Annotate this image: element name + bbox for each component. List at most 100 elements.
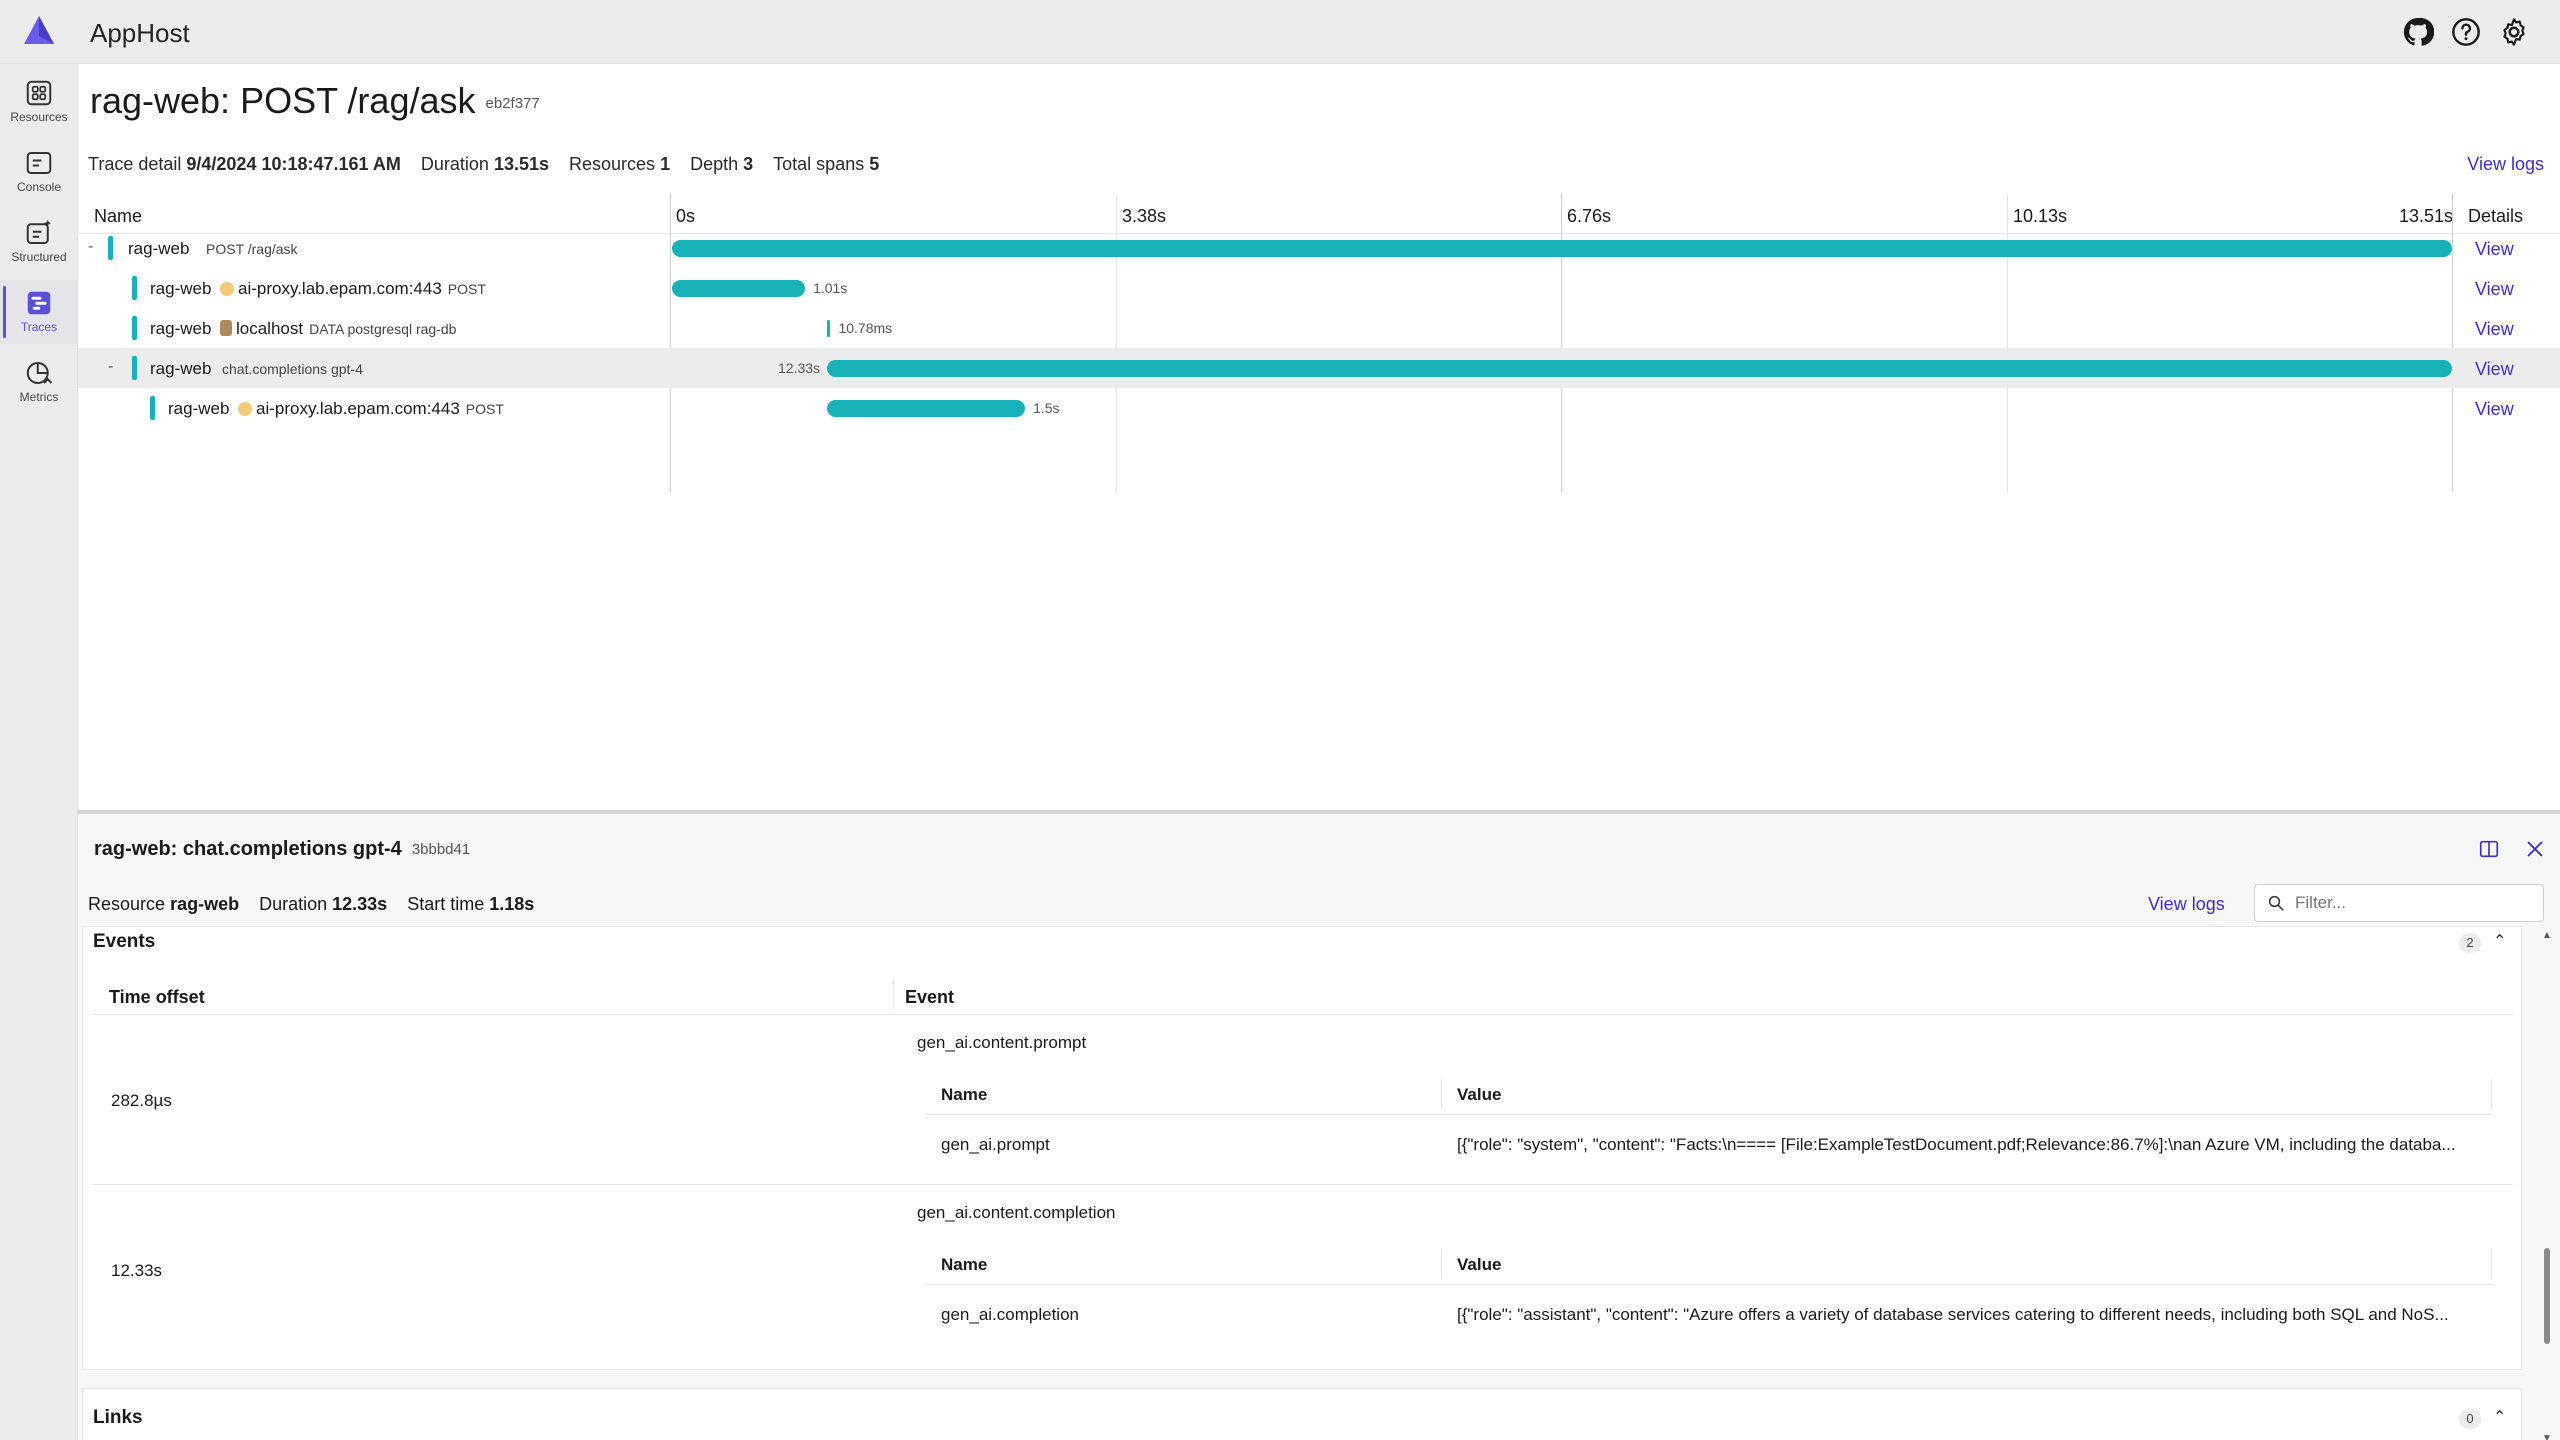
trace-start-time: 9/4/2024 10:18:47.161 AM — [186, 154, 401, 174]
resource-color-marker — [132, 356, 137, 380]
column-separator — [893, 979, 894, 1009]
help-icon[interactable] — [2450, 16, 2482, 48]
nav-console[interactable]: Console — [0, 140, 78, 204]
filter-input[interactable] — [2295, 891, 2535, 915]
event-time-offset: 282.8µs — [111, 1091, 172, 1110]
trace-resources: 1 — [660, 154, 671, 174]
span-subtitle: POST /rag/ask — [206, 241, 298, 257]
resource-color-marker — [108, 236, 113, 260]
span-view-logs-link[interactable]: View logs — [2148, 894, 2225, 915]
attribute-value[interactable]: [{"role": "assistant", "content": "Azure… — [1457, 1305, 2487, 1325]
page-title: rag-web: POST /rag/ask eb2f377 — [90, 80, 540, 122]
split-layout-icon[interactable] — [2478, 838, 2500, 860]
metrics-icon — [26, 362, 53, 384]
attribute-row[interactable]: gen_ai.completion [{"role": "assistant",… — [925, 1285, 2493, 1341]
span-peer: localhost — [236, 319, 304, 338]
summary-label: Total spans — [773, 154, 865, 174]
aspire-logo-icon[interactable] — [22, 14, 56, 46]
collapse-events-chevron-icon[interactable]: ⌃ — [2493, 931, 2506, 951]
event-attributes-table: Name Value gen_ai.completion [{"role": "… — [925, 1241, 2493, 1341]
summary-label: Depth — [690, 154, 739, 174]
resources-icon — [26, 80, 52, 106]
collapse-toggle[interactable]: - — [88, 238, 93, 256]
view-span-link[interactable]: View — [2475, 359, 2514, 380]
column-separator — [1441, 1249, 1442, 1279]
attribute-row[interactable]: gen_ai.prompt [{"role": "system", "conte… — [925, 1115, 2493, 1171]
view-span-link[interactable]: View — [2475, 239, 2514, 260]
view-span-link[interactable]: View — [2475, 319, 2514, 340]
trace-duration: 13.51s — [493, 154, 549, 174]
column-header-name: Name — [94, 206, 143, 226]
column-header-name: Name — [941, 1085, 988, 1104]
view-span-link[interactable]: View — [2475, 279, 2514, 300]
nav-structured[interactable]: Structured — [0, 210, 78, 274]
timeline-tick: 0s — [676, 206, 696, 226]
nav-label: Console — [16, 180, 62, 194]
span-detail: localhost DATA postgresql rag-db — [216, 319, 456, 339]
summary-label: Duration — [259, 894, 328, 914]
span-row[interactable]: rag-web localhost DATA postgresql rag-db … — [78, 308, 2560, 348]
settings-gear-icon[interactable] — [2498, 16, 2530, 48]
column-header-value: Value — [1457, 1085, 1502, 1104]
span-duration-bar[interactable] — [672, 240, 2452, 257]
span-duration-value: 12.33s — [332, 894, 388, 914]
collapse-toggle[interactable]: - — [108, 358, 113, 376]
event-time-offset: 12.33s — [111, 1261, 163, 1280]
trace-id: eb2f377 — [485, 94, 540, 112]
links-title: Links — [93, 1407, 143, 1428]
span-duration-bar[interactable] — [827, 400, 1026, 417]
view-logs-link[interactable]: View logs — [2467, 154, 2544, 175]
span-duration-bar[interactable] — [672, 280, 806, 297]
attribute-name: gen_ai.prompt — [941, 1135, 1050, 1154]
collapse-links-chevron-icon[interactable]: ⌃ — [2493, 1407, 2506, 1427]
span-detail-title: rag-web: chat.completions gpt-4 3bbbd41 — [94, 838, 470, 861]
span-title: rag-web: chat.completions gpt-4 — [94, 838, 402, 860]
span-detail: POST /rag/ask — [200, 239, 298, 259]
http-client-icon — [220, 282, 234, 296]
span-detail: ai-proxy.lab.epam.com:443 POST — [234, 399, 504, 419]
event-row[interactable]: 12.33s gen_ai.content.completion Name Va… — [93, 1185, 2513, 1357]
resource-color-marker — [150, 396, 155, 420]
view-span-link[interactable]: View — [2475, 399, 2514, 420]
side-nav: Resources Console Structured Traces Metr… — [0, 64, 78, 1440]
github-icon[interactable] — [2402, 16, 2435, 48]
events-table-header: Time offset Event — [93, 971, 2513, 1015]
links-count-badge: 0 — [2459, 1409, 2481, 1429]
nav-metrics[interactable]: Metrics — [0, 350, 78, 414]
span-subtitle: DATA postgresql rag-db — [309, 321, 457, 337]
span-subtitle: POST — [465, 401, 504, 417]
span-detail: chat.completions gpt-4 — [216, 359, 363, 379]
span-row-selected[interactable]: - rag-web chat.completions gpt-4 12.33s … — [78, 348, 2560, 388]
scroll-up-arrow-icon[interactable]: ▲ — [2542, 930, 2552, 941]
database-icon — [220, 320, 232, 336]
span-duration-bar[interactable] — [827, 320, 831, 337]
nav-label: Metrics — [19, 390, 59, 404]
trace-title: rag-web: POST /rag/ask — [90, 80, 476, 121]
span-resource: rag-web — [150, 359, 212, 378]
span-row[interactable]: rag-web ai-proxy.lab.epam.com:443 POST 1.… — [78, 268, 2560, 308]
panel-scrollbar[interactable]: ▲ ▼ — [2540, 930, 2554, 1440]
column-header-value: Value — [1457, 1255, 1502, 1274]
event-row[interactable]: 282.8µs gen_ai.content.prompt Name Value… — [93, 1015, 2513, 1185]
close-icon[interactable] — [2524, 838, 2546, 860]
links-section: Links 0 ⌃ — [82, 1388, 2522, 1440]
span-duration-bar[interactable] — [827, 360, 2452, 377]
filter-box — [2254, 884, 2544, 922]
column-header-details: Details — [2468, 206, 2524, 226]
nav-traces[interactable]: Traces — [0, 280, 78, 344]
span-resource: rag-web — [150, 279, 212, 298]
events-count-badge: 2 — [2459, 933, 2481, 953]
span-subtitle: chat.completions gpt-4 — [222, 361, 363, 377]
span-duration-label: 1.5s — [1033, 400, 1060, 416]
scrollbar-thumb[interactable] — [2544, 1248, 2550, 1344]
http-client-icon — [238, 402, 252, 416]
nav-label: Traces — [20, 320, 58, 334]
span-row[interactable]: - rag-web POST /rag/ask View — [78, 228, 2560, 268]
span-summary: Resource rag-web Duration 12.33s Start t… — [88, 894, 534, 915]
attribute-value[interactable]: [{"role": "system", "content": "Facts:\n… — [1457, 1135, 2487, 1155]
nav-resources[interactable]: Resources — [0, 70, 78, 134]
search-icon — [2268, 895, 2284, 911]
span-row[interactable]: rag-web ai-proxy.lab.epam.com:443 POST 1.… — [78, 388, 2560, 428]
scroll-down-arrow-icon[interactable]: ▼ — [2542, 1433, 2552, 1440]
span-detail-panel: rag-web: chat.completions gpt-4 3bbbd41 R… — [78, 810, 2560, 1440]
